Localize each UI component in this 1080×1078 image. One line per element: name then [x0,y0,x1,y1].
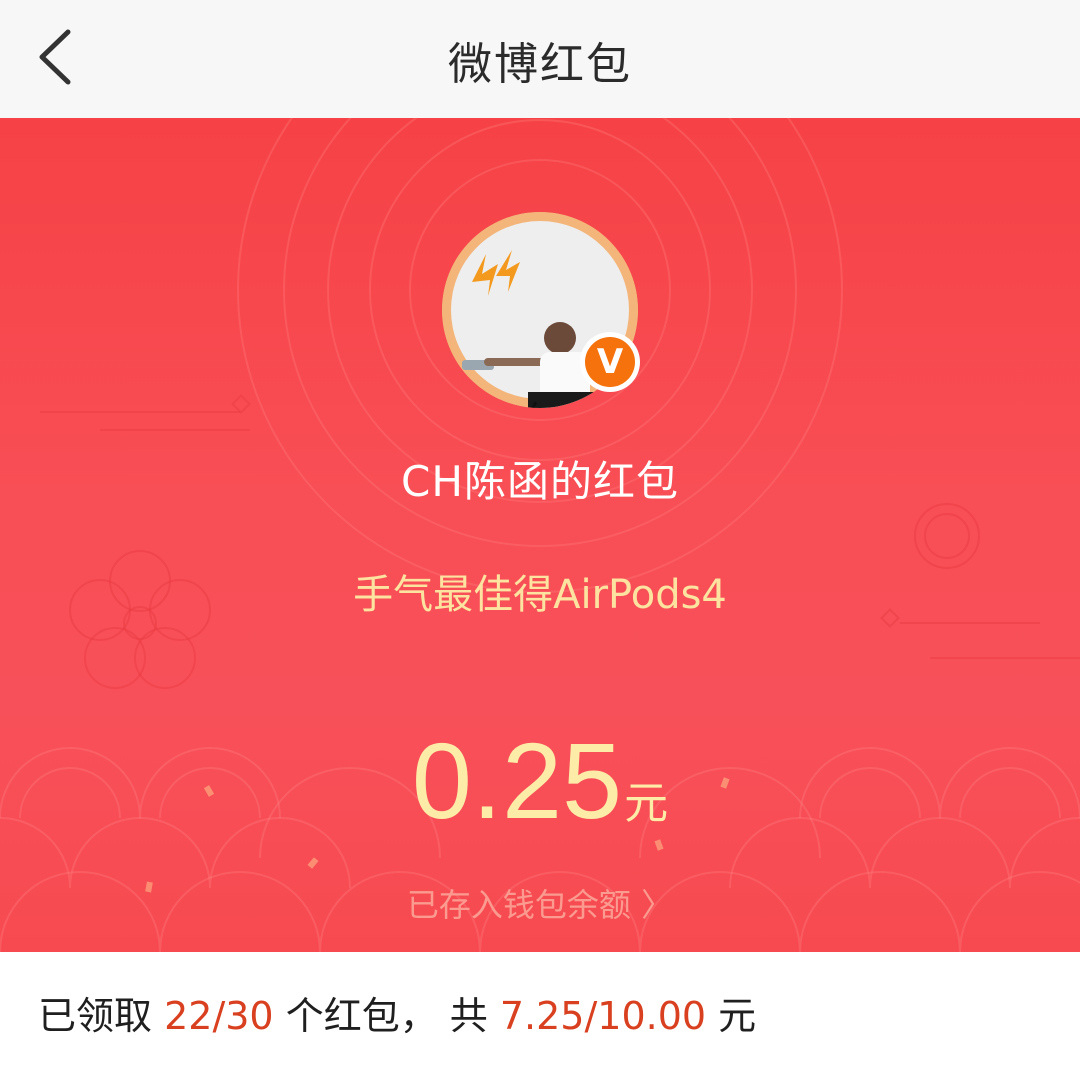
amount-value: 0.25 [411,720,623,841]
red-envelope-card: V CH陈函的红包 手气最佳得AirPods4 0.25元 已存入钱包余额 〉 [0,118,1080,952]
received-total: 7.25/10.00 [499,994,707,1038]
page-title: 微博红包 [448,39,632,90]
claim-summary: 已领取 22/30 个红包， 共 7.25/10.00 元 [38,985,757,1038]
red-packet-detail-page: 微博红包 V CH陈函的红包 手气最佳得AirPods4 0.25元 已存入钱包… [0,0,1080,1078]
top-bar: 微博红包 [0,0,1080,118]
summary-prefix: 已领取 [38,994,165,1038]
summary-middle: 个红包， 共 [273,994,500,1038]
sender-title: CH陈函的红包 [401,457,679,506]
received-count: 22/30 [164,994,274,1038]
envelope-subtitle: 手气最佳得AirPods4 [353,572,727,618]
wallet-balance-link[interactable]: 已存入钱包余额 〉 [0,880,1080,926]
verified-v-icon: V [585,337,635,387]
summary-suffix: 元 [706,994,757,1038]
received-amount: 0.25元 [0,718,1080,843]
verified-badge: V [580,332,640,392]
sender-avatar-wrap: V [442,212,640,408]
amount-unit: 元 [624,778,669,829]
